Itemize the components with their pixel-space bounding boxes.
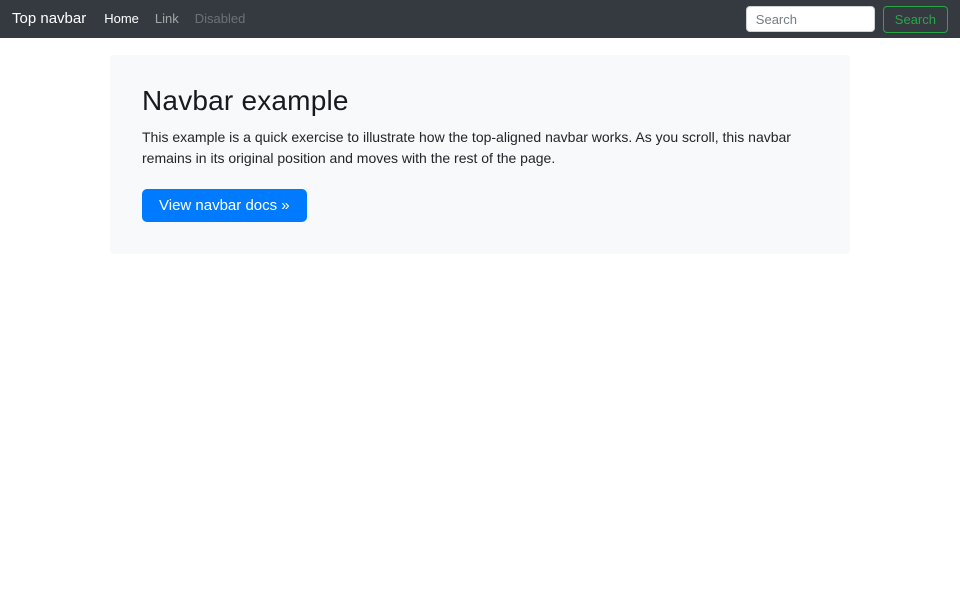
page-description: This example is a quick exercise to illu… (142, 129, 791, 166)
nav-link-link[interactable]: Link (147, 0, 187, 38)
view-navbar-docs-button[interactable]: View navbar docs » (142, 189, 307, 222)
top-navbar: Top navbar Home Link Disabled Search (0, 0, 960, 38)
page-title: Navbar example (142, 85, 349, 116)
search-input[interactable] (745, 6, 875, 32)
navbar-search-form: Search (745, 5, 948, 33)
search-button[interactable]: Search (882, 5, 948, 33)
main-container: Navbar example This example is a quick e… (110, 55, 850, 254)
navbar-brand[interactable]: Top navbar (12, 0, 86, 38)
jumbotron: Navbar example This example is a quick e… (110, 55, 850, 254)
nav-link-home[interactable]: Home (96, 0, 147, 38)
nav-link-disabled: Disabled (194, 11, 246, 26)
navbar-nav: Home Link Disabled (96, 0, 746, 38)
